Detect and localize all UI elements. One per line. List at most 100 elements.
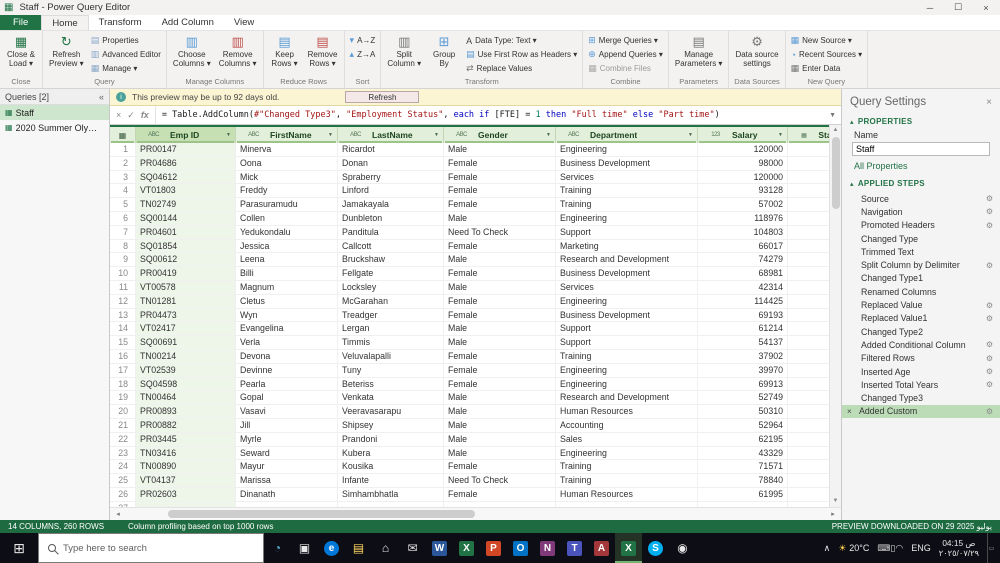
gear-icon[interactable]: ⚙ — [986, 367, 993, 376]
step-source[interactable]: Source⚙ — [842, 192, 1000, 205]
button-properties[interactable]: ▤Properties — [89, 34, 163, 47]
cell[interactable]: 62195 — [698, 433, 788, 446]
cell[interactable]: Female — [444, 198, 556, 211]
cell[interactable]: Evangelina — [236, 322, 338, 335]
cell[interactable]: Services — [556, 171, 698, 184]
step-filtered-rows[interactable]: Filtered Rows⚙ — [842, 352, 1000, 365]
clock[interactable]: 04:15 ص ٢٠٢٥/٠٧/٢٩ — [939, 538, 979, 558]
column-header-firstname[interactable]: ABCFirstName▼ — [236, 127, 338, 143]
cell[interactable]: 68981 — [698, 267, 788, 280]
cell[interactable]: TN00214 — [136, 350, 236, 363]
cell[interactable]: 43329 — [698, 447, 788, 460]
cell[interactable]: Male — [444, 281, 556, 294]
row-number[interactable]: 17 — [110, 364, 136, 377]
cell[interactable]: Mayur — [236, 460, 338, 473]
cell[interactable]: Kousika — [338, 460, 444, 473]
filter-dropdown-icon[interactable]: ▼ — [328, 132, 333, 138]
chrome-icon[interactable]: ◉ — [669, 533, 696, 563]
filter-dropdown-icon[interactable]: ▼ — [226, 132, 231, 138]
cell[interactable]: Shipsey — [338, 419, 444, 432]
cell[interactable]: Verla — [236, 336, 338, 349]
gear-icon[interactable]: ⚙ — [986, 221, 993, 230]
cell[interactable]: Cletus — [236, 295, 338, 308]
tray-icon-2[interactable]: ◠ — [895, 543, 903, 553]
row-number[interactable]: 6 — [110, 212, 136, 225]
cell[interactable] — [788, 226, 829, 239]
gear-icon[interactable]: ⚙ — [986, 314, 993, 323]
gear-icon[interactable]: ⚙ — [986, 301, 993, 310]
button-merge-queries[interactable]: ⊞Merge Queries ▾ — [586, 34, 665, 47]
button-group-by[interactable]: ⊞Group By — [426, 32, 462, 76]
cell[interactable]: Magnum — [236, 281, 338, 294]
cell[interactable]: Linford — [338, 184, 444, 197]
horizontal-scrollbar[interactable]: ◂ ▸ — [110, 507, 841, 520]
cell[interactable]: 74279 — [698, 253, 788, 266]
gear-icon[interactable]: ⚙ — [986, 340, 993, 349]
cell[interactable]: Infante — [338, 474, 444, 487]
cell[interactable] — [788, 184, 829, 197]
step-replaced-value1[interactable]: Replaced Value1⚙ — [842, 312, 1000, 325]
cell[interactable]: SQ04612 — [136, 171, 236, 184]
cell[interactable] — [788, 474, 829, 487]
cell[interactable]: Support — [556, 226, 698, 239]
button-refresh-preview[interactable]: ↻Refresh Preview ▾ — [46, 32, 87, 76]
minimize-button[interactable]: ─ — [916, 0, 944, 15]
cell[interactable]: PR00419 — [136, 267, 236, 280]
cell[interactable]: Gopal — [236, 391, 338, 404]
button-append-queries[interactable]: ⊕Append Queries ▾ — [586, 48, 665, 61]
cell[interactable]: 104803 — [698, 226, 788, 239]
cell[interactable]: Ricardot — [338, 143, 444, 156]
cell[interactable]: 57002 — [698, 198, 788, 211]
cell[interactable]: Veeravasarapu — [338, 405, 444, 418]
filter-dropdown-icon[interactable]: ▼ — [688, 132, 693, 138]
cell[interactable]: Male — [444, 253, 556, 266]
cell[interactable]: PR04601 — [136, 226, 236, 239]
cell[interactable]: PR03445 — [136, 433, 236, 446]
cell[interactable]: 98000 — [698, 157, 788, 170]
cell[interactable]: Sales — [556, 433, 698, 446]
cell[interactable]: Male — [444, 433, 556, 446]
language-indicator[interactable]: ENG — [911, 543, 931, 553]
cell[interactable]: Devona — [236, 350, 338, 363]
scroll-right-arrow[interactable]: ▸ — [825, 510, 841, 518]
cell[interactable]: Myrle — [236, 433, 338, 446]
cell[interactable]: Female — [444, 378, 556, 391]
cell[interactable]: Female — [444, 184, 556, 197]
filter-dropdown-icon[interactable]: ▼ — [778, 132, 783, 138]
filter-dropdown-icon[interactable]: ▼ — [546, 132, 551, 138]
formula-cancel-icon[interactable]: × — [116, 110, 121, 120]
row-number[interactable]: 21 — [110, 419, 136, 432]
cell[interactable]: Male — [444, 322, 556, 335]
cell[interactable]: Male — [444, 143, 556, 156]
cell[interactable]: VT01803 — [136, 184, 236, 197]
cell[interactable]: TN01281 — [136, 295, 236, 308]
cell[interactable] — [788, 295, 829, 308]
cell[interactable] — [788, 433, 829, 446]
file-explorer-icon[interactable]: ▤ — [345, 533, 372, 563]
cell[interactable]: Dunbleton — [338, 212, 444, 225]
button-manage[interactable]: ▦Manage ▾ — [89, 62, 163, 75]
gear-icon[interactable]: ⚙ — [986, 354, 993, 363]
cell[interactable]: Tuny — [338, 364, 444, 377]
edge-icon[interactable]: e — [318, 533, 345, 563]
button-enter-data[interactable]: ▦Enter Data — [789, 62, 865, 75]
row-number[interactable]: 16 — [110, 350, 136, 363]
cell[interactable]: Prandoni — [338, 433, 444, 446]
cell[interactable]: Dinanath — [236, 488, 338, 501]
cell[interactable]: Support — [556, 336, 698, 349]
excel-icon[interactable]: X — [453, 533, 480, 563]
cell[interactable]: Venkata — [338, 391, 444, 404]
tab-file[interactable]: File — [0, 15, 41, 30]
step-changed-type1[interactable]: Changed Type1 — [842, 272, 1000, 285]
cell[interactable]: Accounting — [556, 419, 698, 432]
cell[interactable]: Panditula — [338, 226, 444, 239]
taskbar-search[interactable]: Type here to search — [38, 533, 264, 563]
cell[interactable]: Business Development — [556, 309, 698, 322]
row-number[interactable]: 18 — [110, 378, 136, 391]
cell[interactable] — [788, 460, 829, 473]
cell[interactable]: 120000 — [698, 171, 788, 184]
cell[interactable] — [788, 157, 829, 170]
cell[interactable]: Minerva — [236, 143, 338, 156]
cell[interactable]: VT00578 — [136, 281, 236, 294]
cell[interactable]: Female — [444, 267, 556, 280]
